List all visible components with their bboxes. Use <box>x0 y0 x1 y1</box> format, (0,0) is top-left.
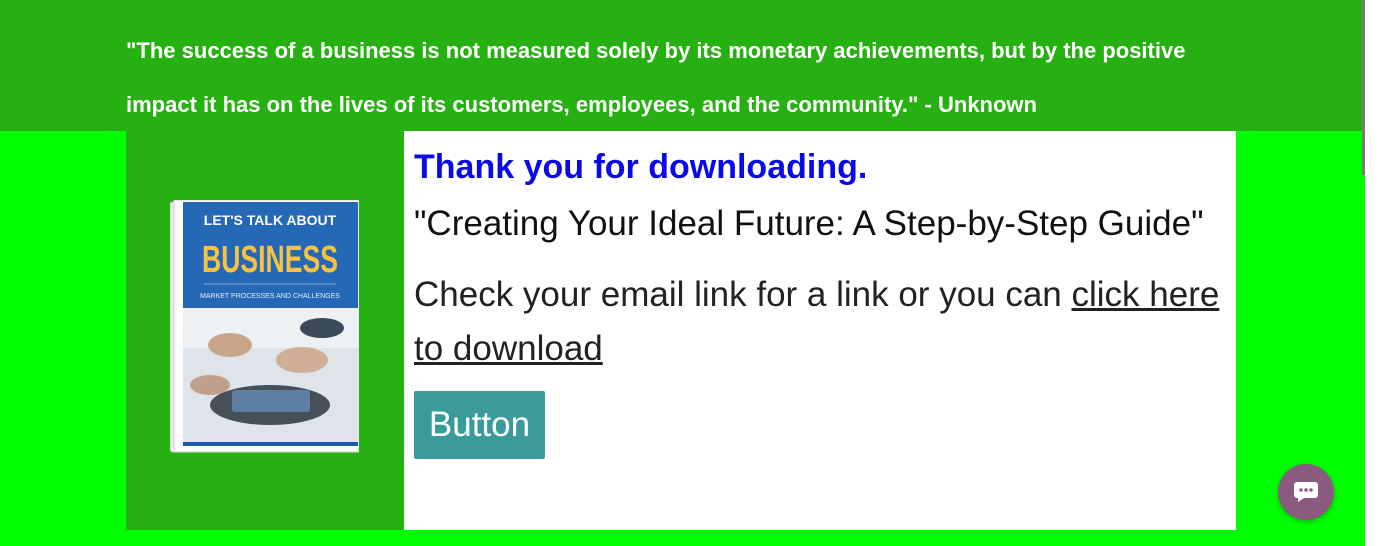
ebook-cover-image: LET'S TALK ABOUT BUSINESS MARKET PROCESS… <box>170 200 359 453</box>
quote-text: "The success of a business is not measur… <box>126 38 1186 117</box>
chat-widget-button[interactable] <box>1278 464 1334 520</box>
thank-you-heading: Thank you for downloading. <box>414 148 868 186</box>
page-background: "The success of a business is not measur… <box>0 0 1365 546</box>
book-top-text: LET'S TALK ABOUT <box>204 212 337 228</box>
scrollbar-thumb[interactable] <box>1362 0 1365 175</box>
book-title: BUSINESS <box>202 239 338 281</box>
download-instructions-text: Check your email link for a link or you … <box>414 275 1072 314</box>
guide-title: "Creating Your Ideal Future: A Step-by-S… <box>414 204 1204 243</box>
download-instructions: Check your email link for a link or you … <box>414 268 1224 376</box>
quote-banner: "The success of a business is not measur… <box>0 0 1362 131</box>
primary-button[interactable]: Button <box>414 391 545 459</box>
book-subtitle: MARKET PROCESSES AND CHALLENGES <box>200 293 340 300</box>
chat-bubble-icon <box>1294 482 1318 502</box>
